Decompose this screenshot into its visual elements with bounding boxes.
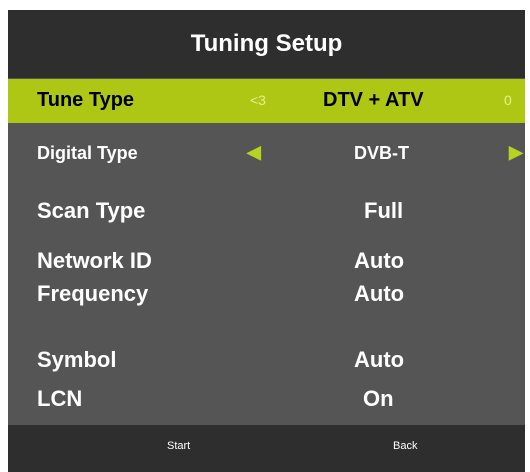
row-label: Digital Type [37,143,138,163]
row-value: Auto [354,347,405,372]
row-label: Symbol [37,347,117,372]
page-title: Tuning Setup [8,10,525,78]
footer-bar: Start Back [8,425,525,472]
hint-right: 0 [504,92,512,108]
menu-row-symbol[interactable]: Symbol Auto [8,344,525,376]
row-label: Scan Type [37,198,146,223]
menu-row-lcn[interactable]: LCN On [8,383,525,415]
tuning-setup-panel: Tuning Setup Tune Type <3 DTV + ATV 0 Di… [8,10,525,472]
arrow-right-icon[interactable]: ▶ [509,142,523,163]
row-label: Network ID [37,248,152,273]
start-button[interactable]: Start [167,440,190,452]
row-label: Tune Type [37,89,135,111]
menu-row-scan-type[interactable]: Scan Type Full [8,194,525,230]
row-label: Frequency [37,281,149,306]
row-value: DTV + ATV [323,89,424,111]
menu-row-digital-type[interactable]: Digital Type ◀ DVB-T ▶ [8,134,525,174]
row-value: Auto [354,281,405,306]
hint-left: <3 [250,92,266,108]
back-button[interactable]: Back [393,440,417,452]
menu-row-frequency[interactable]: Frequency Auto [8,278,525,310]
row-value: Full [364,198,404,223]
menu-row-tune-type[interactable]: Tune Type <3 DTV + ATV 0 [8,79,525,123]
row-value: DVB-T [354,143,409,163]
row-value: Auto [354,248,405,273]
row-value: On [363,386,394,411]
row-label: LCN [37,386,83,411]
arrow-left-icon[interactable]: ◀ [247,142,261,163]
menu-row-network-id[interactable]: Network ID Auto [8,245,525,277]
